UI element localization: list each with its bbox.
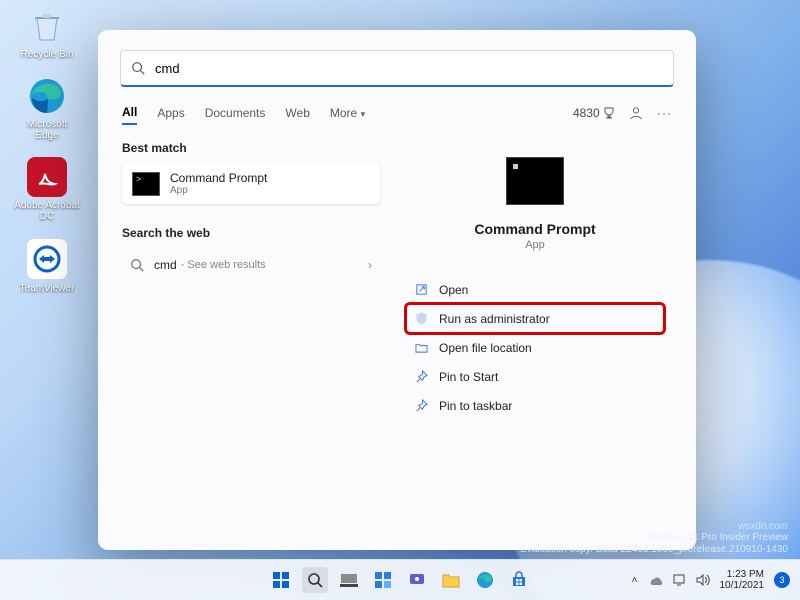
results-column: Best match Command Prompt App Search the…: [122, 141, 380, 420]
best-match-heading: Best match: [122, 141, 380, 155]
desktop-icon-column: Recycle Bin Microsoft Edge Adobe Acrobat…: [14, 6, 80, 294]
tab-documents[interactable]: Documents: [205, 102, 266, 124]
rewards-points[interactable]: 4830: [573, 106, 615, 120]
remote-icon: [26, 238, 68, 280]
volume-icon[interactable]: [696, 574, 710, 586]
acrobat-icon[interactable]: Adobe Acrobat DC: [14, 157, 80, 222]
taskbar: ˄ 1:23 PM 10/1/2021 3: [0, 559, 800, 600]
action-pin-start[interactable]: Pin to Start: [406, 362, 664, 391]
result-title: Command Prompt: [170, 171, 267, 185]
widgets[interactable]: [370, 567, 396, 593]
search-tabs: All Apps Documents Web More ▾ 4830 ···: [122, 101, 672, 125]
cmd-icon: [132, 172, 160, 196]
best-match-result[interactable]: Command Prompt App: [122, 163, 380, 204]
desktop-icon-label: Recycle Bin: [21, 49, 74, 60]
system-tray: ˄ 1:23 PM 10/1/2021 3: [632, 569, 800, 591]
desktop-icon-label: Microsoft Edge: [14, 119, 80, 141]
desktop-icon-label: Adobe Acrobat DC: [14, 200, 80, 222]
trash-icon: [27, 6, 67, 46]
tab-all[interactable]: All: [122, 101, 137, 125]
search-web-heading: Search the web: [122, 226, 380, 240]
file-explorer[interactable]: [438, 567, 464, 593]
onedrive-icon[interactable]: [648, 573, 662, 587]
search-box[interactable]: [120, 50, 674, 87]
detail-title: Command Prompt: [474, 221, 595, 237]
result-subtitle: App: [170, 185, 267, 196]
pin-icon: [414, 369, 429, 384]
site-watermark: wsxdn.com: [738, 521, 788, 532]
detail-pane: Command Prompt App Open Run as administr…: [392, 141, 678, 420]
taskbar-center: [268, 567, 532, 593]
tab-apps[interactable]: Apps: [157, 102, 184, 124]
pdf-icon: [27, 157, 67, 197]
teamviewer-icon[interactable]: TeamViewer: [14, 238, 80, 294]
taskbar-edge[interactable]: [472, 567, 498, 593]
notification-badge[interactable]: 3: [774, 572, 790, 588]
open-icon: [414, 282, 429, 297]
folder-icon: [414, 340, 429, 355]
start-button[interactable]: [268, 567, 294, 593]
taskbar-search[interactable]: [302, 567, 328, 593]
task-view[interactable]: [336, 567, 362, 593]
edge-icon[interactable]: Microsoft Edge: [14, 76, 80, 141]
shield-icon: [414, 311, 429, 326]
browser-icon: [27, 76, 67, 116]
taskbar-store[interactable]: [506, 567, 532, 593]
start-search-panel: All Apps Documents Web More ▾ 4830 ··· B…: [98, 30, 696, 550]
search-icon: [130, 258, 144, 272]
action-pin-taskbar[interactable]: Pin to taskbar: [406, 391, 664, 420]
tray-chevron-icon[interactable]: ˄: [632, 575, 638, 586]
action-run-as-admin[interactable]: Run as administrator: [406, 304, 664, 333]
clock[interactable]: 1:23 PM 10/1/2021: [720, 569, 765, 591]
windows-watermark: Windows 11 Pro Insider Preview Evaluatio…: [520, 532, 788, 556]
search-input[interactable]: [153, 60, 663, 77]
web-desc: - See web results: [181, 259, 266, 271]
chat[interactable]: [404, 567, 430, 593]
more-options-icon[interactable]: ···: [657, 106, 672, 120]
search-icon: [131, 61, 145, 75]
app-large-icon: [506, 157, 564, 205]
chevron-right-icon: ›: [368, 258, 372, 272]
web-result[interactable]: cmd - See web results ›: [122, 248, 380, 282]
network-icon[interactable]: [672, 573, 686, 587]
trophy-icon: [603, 107, 615, 119]
pin-icon: [414, 398, 429, 413]
action-open-location[interactable]: Open file location: [406, 333, 664, 362]
desktop-icon-label: TeamViewer: [20, 283, 75, 294]
web-query: cmd: [154, 258, 177, 272]
account-icon[interactable]: [629, 106, 643, 120]
tab-web[interactable]: Web: [285, 102, 309, 124]
action-open[interactable]: Open: [406, 275, 664, 304]
detail-subtitle: App: [525, 239, 545, 251]
recycle-bin-icon[interactable]: Recycle Bin: [14, 6, 80, 60]
tab-more[interactable]: More ▾: [330, 102, 365, 124]
desktop: Recycle Bin Microsoft Edge Adobe Acrobat…: [0, 0, 800, 600]
